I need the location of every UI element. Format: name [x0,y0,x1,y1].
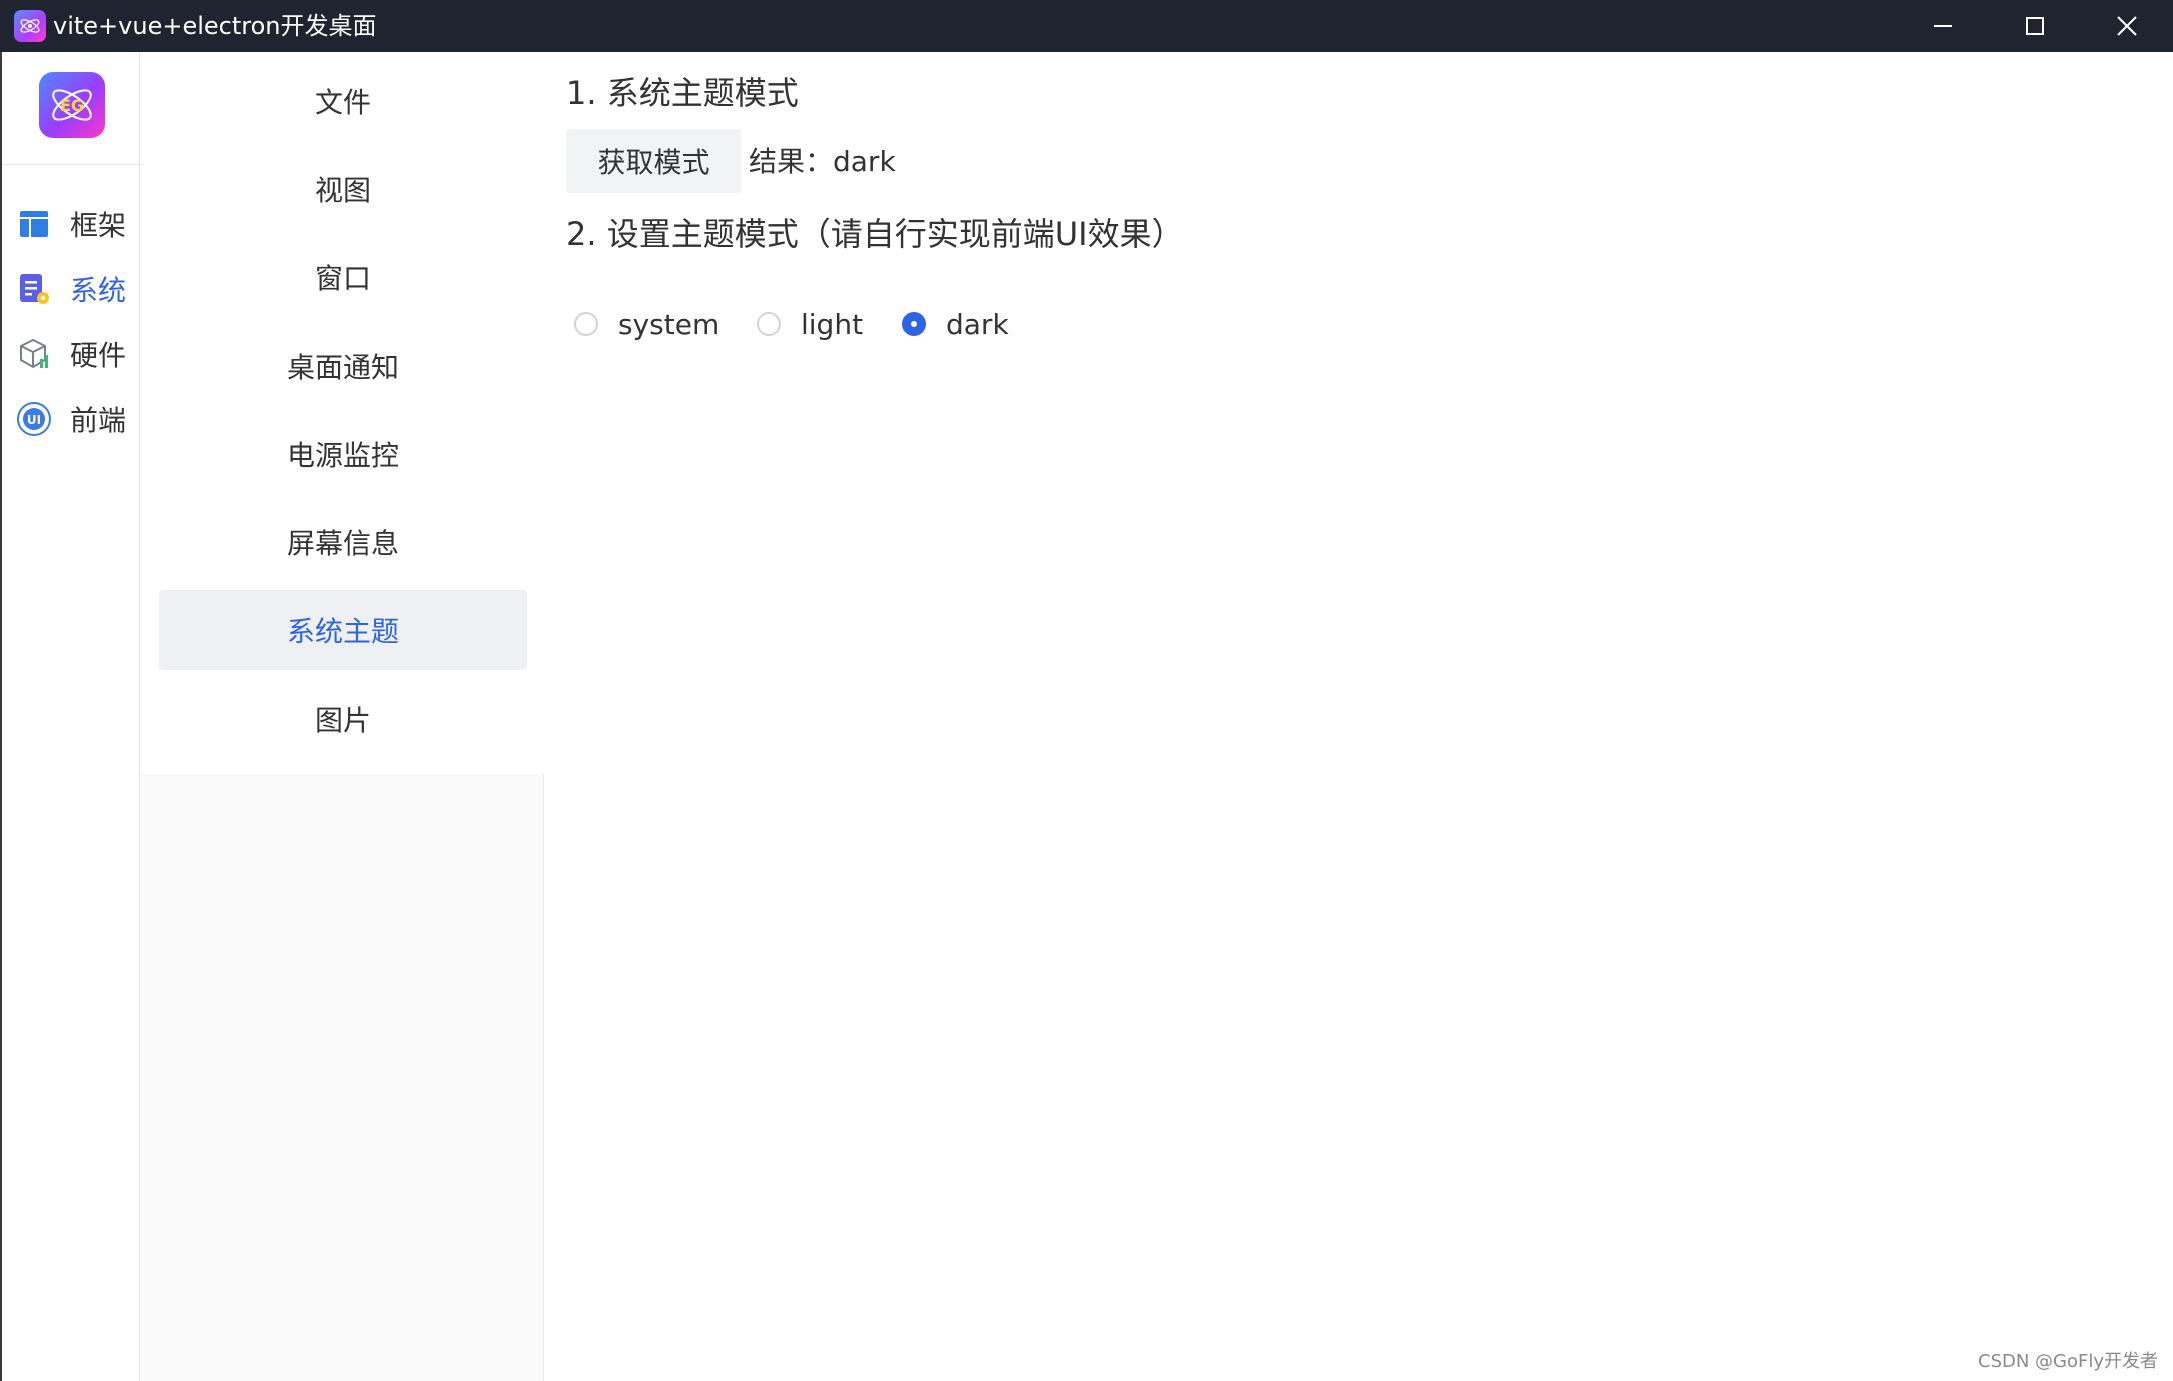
maximize-icon [2026,17,2044,35]
maximize-button[interactable] [1990,0,2080,52]
secondary-menu: 文件 视图 窗口 桌面通知 电源监控 屏幕信息 系统主题 图片 [142,52,544,1381]
hardware-box-icon [16,336,52,372]
rail-item-frontend[interactable]: UI 前端 [16,389,136,449]
radio-label: system [618,307,720,341]
section-title-set-theme: 2. 设置主题模式（请自行实现前端UI效果） [566,215,1184,253]
menu-item-system-theme[interactable]: 系统主题 [159,590,527,670]
rail-item-label: 硬件 [70,339,127,372]
radio-dark[interactable]: dark [902,304,1009,344]
rail-item-label: 框架 [70,209,127,242]
radio-circle[interactable] [757,312,781,336]
secondary-menu-list: 文件 视图 窗口 桌面通知 电源监控 屏幕信息 系统主题 图片 [142,52,544,774]
radio-label: light [801,307,864,341]
radio-circle[interactable] [574,312,598,336]
app-logo: EG [39,72,105,138]
layout-icon [16,206,52,242]
menu-item-notification[interactable]: 桌面通知 [159,326,527,406]
app-window: vite+vue+electron开发桌面 EG 框架 系统 硬件 UI 前端 … [0,0,2173,1381]
radio-light[interactable]: light [757,304,863,344]
rail-divider [2,164,142,165]
system-doc-icon [16,271,52,307]
menu-item-image[interactable]: 图片 [159,679,527,759]
svg-text:UI: UI [27,413,41,427]
radio-circle[interactable] [902,312,926,336]
rail-item-framework[interactable]: 框架 [16,194,136,254]
rail-item-system[interactable]: 系统 [16,259,136,319]
rail-item-hardware[interactable]: 硬件 [16,324,136,384]
minimize-button[interactable] [1898,0,1988,52]
window-title: vite+vue+electron开发桌面 [53,12,377,40]
rail-item-label: 系统 [70,274,127,307]
main-content: 1. 系统主题模式 获取模式 结果：dark 2. 设置主题模式（请自行实现前端… [544,52,2173,1381]
app-icon [14,10,46,42]
close-icon [2117,16,2137,36]
radio-label: dark [946,307,1009,341]
ui-badge-icon: UI [16,401,52,437]
primary-nav-rail: EG 框架 系统 硬件 UI 前端 [0,52,142,1381]
result-text: 结果：dark [749,145,896,178]
logo-text: EG [60,96,84,115]
watermark: CSDN @GoFly开发者 [1978,1351,2159,1372]
menu-item-window[interactable]: 窗口 [159,237,527,317]
menu-item-view[interactable]: 视图 [159,149,527,229]
menu-item-power-monitor[interactable]: 电源监控 [159,414,527,494]
close-button[interactable] [2082,0,2172,52]
get-mode-button[interactable]: 获取模式 [566,129,741,193]
minimize-icon [1934,25,1952,27]
rail-item-label: 前端 [70,404,127,437]
radio-system[interactable]: system [574,304,719,344]
title-bar[interactable]: vite+vue+electron开发桌面 [0,0,2173,52]
section-title-theme-mode: 1. 系统主题模式 [566,74,799,112]
menu-item-file[interactable]: 文件 [159,61,527,141]
menu-item-screen-info[interactable]: 屏幕信息 [159,502,527,582]
